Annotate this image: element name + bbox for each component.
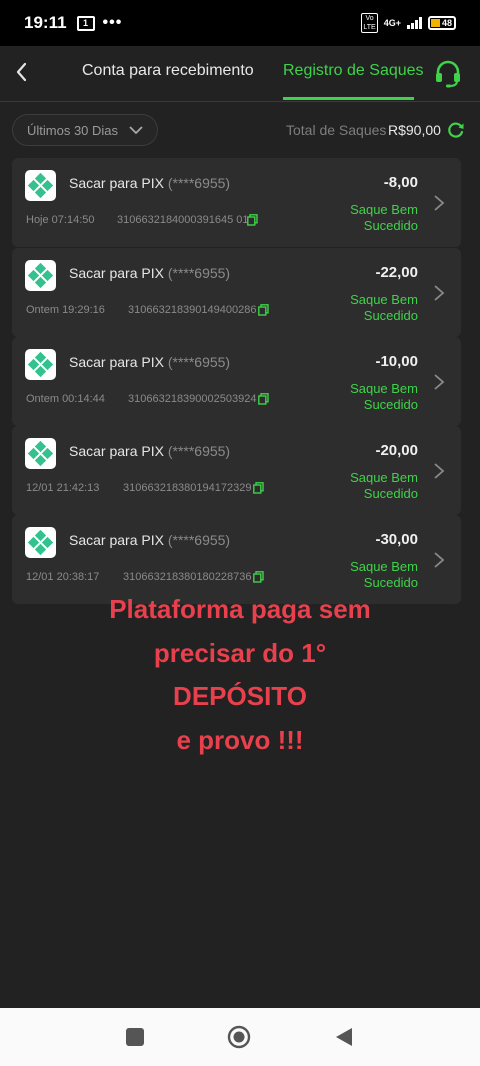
tab-withdrawal-history[interactable]: Registro de Saques: [283, 62, 424, 80]
withdrawal-title: Sacar para PIX (****6955): [69, 532, 230, 548]
withdrawal-status: Saque Bem Sucedido: [350, 559, 418, 590]
arrow-left-icon[interactable]: [10, 58, 34, 86]
withdrawal-method: Sacar para PIX: [69, 175, 164, 191]
withdrawal-id: 310663218390149400286: [128, 304, 257, 316]
withdrawal-card[interactable]: Sacar para PIX (****6955) 12/01 21:42:13…: [12, 426, 461, 515]
withdrawal-amount: -8,00: [383, 174, 418, 191]
chevron-down-icon: [129, 126, 143, 135]
pix-icon: [25, 438, 56, 469]
withdrawal-method: Sacar para PIX: [69, 265, 164, 281]
chevron-right-icon: [434, 374, 445, 390]
withdrawal-method: Sacar para PIX: [69, 354, 164, 370]
headset-icon[interactable]: [432, 57, 464, 89]
withdrawal-date: 12/01 21:42:13: [26, 482, 100, 494]
copy-icon[interactable]: [258, 393, 269, 405]
status-indicators: Vo LTE 4G+ 48: [361, 13, 456, 33]
withdrawal-id: 3106632184000391645 01: [117, 214, 249, 226]
promo-overlay-text: Plataforma paga sem precisar do 1° DEPÓS…: [40, 588, 440, 762]
withdrawal-status: Saque Bem Sucedido: [350, 381, 418, 412]
chevron-right-icon: [434, 463, 445, 479]
signal-icon: [407, 17, 422, 29]
top-header: Conta para recebimento Registro de Saque…: [0, 46, 480, 102]
volte-icon: Vo LTE: [361, 13, 378, 33]
withdrawal-method: Sacar para PIX: [69, 532, 164, 548]
withdrawal-status: Saque Bem Sucedido: [350, 292, 418, 323]
copy-icon[interactable]: [253, 571, 264, 583]
withdrawal-account: (****6955): [167, 532, 231, 548]
withdrawal-title: Sacar para PIX (****6955): [69, 265, 230, 281]
withdrawal-amount: -10,00: [375, 353, 418, 370]
overlay-line: Plataforma paga sem: [109, 594, 371, 624]
copy-icon[interactable]: [247, 214, 258, 226]
status-bar: 19:11 1 ••• Vo LTE 4G+ 48: [0, 0, 480, 46]
recents-button[interactable]: [126, 1028, 144, 1046]
withdrawal-card[interactable]: Sacar para PIX (****6955) Ontem 00:14:44…: [12, 337, 461, 426]
date-range-label: Últimos 30 Dias: [27, 122, 119, 138]
pix-icon: [25, 527, 56, 558]
withdrawal-date: 12/01 20:38:17: [26, 571, 100, 583]
chevron-right-icon: [434, 195, 445, 211]
withdrawal-account: (****6955): [167, 443, 231, 459]
withdrawal-id: 310663218390002503924: [128, 393, 257, 405]
withdrawal-id: 310663218380180228736: [123, 571, 252, 583]
withdrawal-date: Ontem 19:29:16: [26, 304, 105, 316]
active-tab-indicator: [283, 97, 414, 100]
withdrawal-status: Saque Bem Sucedido: [350, 202, 418, 233]
withdrawal-account: (****6955): [167, 175, 231, 191]
battery-level: 48: [441, 18, 452, 28]
more-notifications-icon: •••: [102, 14, 123, 31]
chevron-right-icon: [434, 552, 445, 568]
pix-icon: [25, 170, 56, 201]
copy-icon[interactable]: [258, 304, 269, 316]
withdrawal-account: (****6955): [167, 265, 231, 281]
withdrawal-account: (****6955): [167, 354, 231, 370]
withdrawal-id: 310663218380194172329: [123, 482, 252, 494]
home-button[interactable]: [227, 1025, 251, 1049]
total-withdrawals-value: R$90,00: [388, 122, 441, 138]
battery-icon: 48: [428, 16, 456, 30]
system-nav-bar: [0, 1008, 480, 1066]
withdrawal-amount: -30,00: [375, 531, 418, 548]
copy-icon[interactable]: [253, 482, 264, 494]
withdrawal-title: Sacar para PIX (****6955): [69, 175, 230, 191]
overlay-line: e provo !!!: [176, 724, 304, 755]
status-time: 19:11: [24, 13, 67, 32]
chevron-right-icon: [434, 285, 445, 301]
withdrawal-amount: -20,00: [375, 442, 418, 459]
tab-account[interactable]: Conta para recebimento: [82, 62, 254, 80]
withdrawal-method: Sacar para PIX: [69, 443, 164, 459]
total-withdrawals-label: Total de Saques: [286, 122, 387, 138]
withdrawal-card[interactable]: Sacar para PIX (****6955) Hoje 07:14:50 …: [12, 158, 461, 247]
pix-icon: [25, 260, 56, 291]
back-button[interactable]: [334, 1027, 354, 1047]
withdrawal-card[interactable]: Sacar para PIX (****6955) Ontem 19:29:16…: [12, 248, 461, 337]
withdrawal-date: Ontem 00:14:44: [26, 393, 105, 405]
withdrawal-status: Saque Bem Sucedido: [350, 470, 418, 501]
overlay-line: DEPÓSITO: [173, 681, 307, 711]
withdrawal-amount: -22,00: [375, 264, 418, 281]
message-icon: 1: [76, 15, 95, 31]
date-range-dropdown[interactable]: Últimos 30 Dias: [12, 114, 158, 146]
overlay-line: precisar do 1°: [153, 637, 327, 668]
withdrawal-date: Hoje 07:14:50: [26, 214, 95, 226]
network-type: 4G+: [383, 17, 401, 28]
withdrawal-title: Sacar para PIX (****6955): [69, 354, 230, 370]
refresh-icon[interactable]: [447, 121, 465, 139]
pix-icon: [25, 349, 56, 380]
withdrawal-title: Sacar para PIX (****6955): [69, 443, 230, 459]
